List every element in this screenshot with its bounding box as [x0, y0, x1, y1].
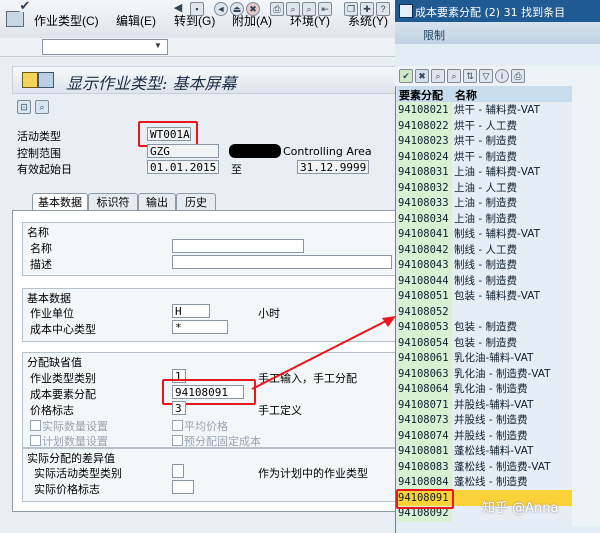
arrow-line	[251, 319, 389, 390]
annotation-arrow	[251, 316, 396, 390]
